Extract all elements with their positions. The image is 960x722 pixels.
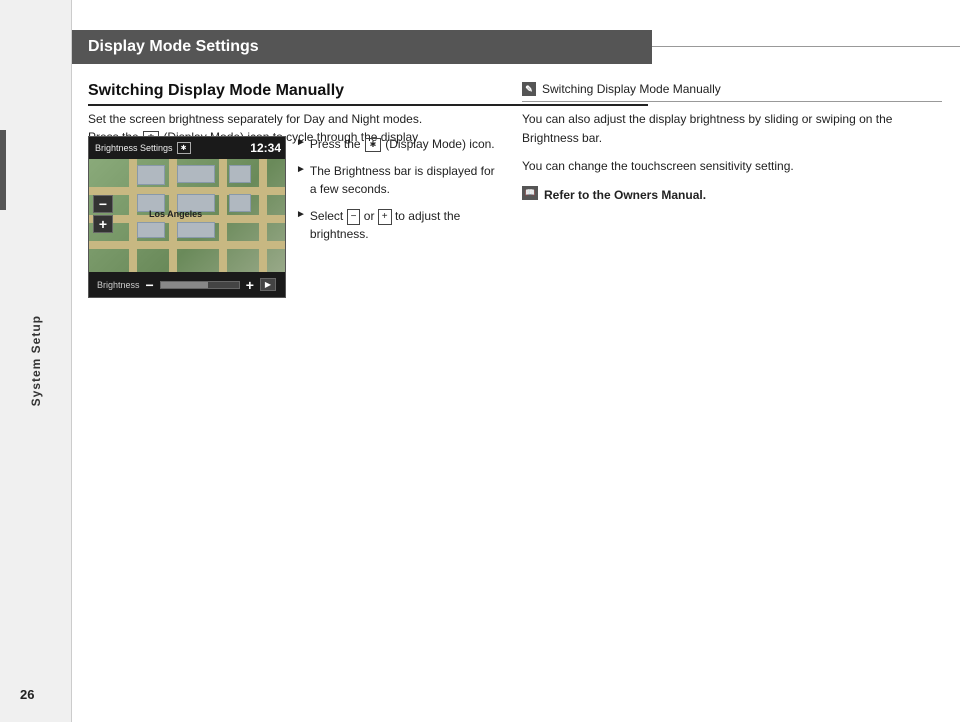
step-3-text: Select − or + to adjust the brightness. — [310, 208, 496, 243]
map-road-v1 — [129, 159, 137, 274]
screenshot-mode-icon: ✱ — [177, 142, 191, 154]
map-controls: − + — [93, 195, 113, 233]
map-building-5 — [229, 165, 251, 183]
step3-minus: − — [347, 209, 361, 226]
screenshot-mockup: Brightness Settings ✱ 12:34 — [88, 136, 286, 298]
map-building-7 — [137, 222, 165, 238]
map-road-v4 — [259, 159, 267, 274]
sidebar: System Setup — [0, 0, 72, 722]
header-line — [652, 46, 960, 47]
refer-icon: 📖 — [522, 186, 538, 200]
note-box: ✎ Switching Display Mode Manually You ca… — [522, 82, 942, 204]
step1-mode-icon: ✱ — [365, 138, 381, 152]
refer-text: Refer to the Owners Manual. — [544, 186, 706, 205]
header-title: Display Mode Settings — [88, 38, 259, 56]
screenshot-topbar: Brightness Settings ✱ 12:34 — [89, 137, 286, 159]
note-body: You can also adjust the display brightne… — [522, 110, 942, 204]
step-2-arrow: ► — [296, 164, 306, 175]
map-building-8 — [177, 222, 215, 238]
brightness-label: Brightness — [97, 280, 140, 290]
map-minus-btn: − — [93, 195, 113, 213]
map-building-2 — [177, 165, 215, 183]
header-bar: Display Mode Settings — [72, 30, 652, 64]
step-1: ► Press the ✱ (Display Mode) icon. — [296, 136, 496, 153]
brightness-arrow: ▶ — [260, 278, 276, 291]
note-icon: ✎ — [522, 82, 536, 96]
page-number: 26 — [20, 687, 34, 702]
brightness-bar — [160, 281, 240, 289]
screenshot-time: 12:34 — [250, 141, 281, 155]
refer-line: 📖 Refer to the Owners Manual. — [522, 186, 942, 205]
step-3-arrow: ► — [296, 209, 306, 220]
step-2: ► The Brightness bar is displayed for a … — [296, 163, 496, 198]
step3-plus: + — [378, 209, 392, 226]
map-area: − + Los Angeles — [89, 159, 286, 274]
step-1-arrow: ► — [296, 137, 306, 148]
map-city-label: Los Angeles — [149, 209, 202, 219]
sidebar-accent-bar — [0, 130, 6, 210]
refer-strong: Refer to the Owners Manual. — [544, 188, 706, 202]
steps-area: ► Press the ✱ (Display Mode) icon. ► The… — [296, 136, 496, 253]
sidebar-label: System Setup — [29, 315, 43, 406]
brightness-plus: + — [246, 277, 254, 293]
screenshot-brightness-title: Brightness Settings — [95, 143, 173, 153]
step-1-text: Press the ✱ (Display Mode) icon. — [310, 136, 495, 153]
note-header: ✎ Switching Display Mode Manually — [522, 82, 942, 102]
map-road-v3 — [219, 159, 227, 274]
map-building-1 — [137, 165, 165, 185]
note-header-title: Switching Display Mode Manually — [542, 82, 721, 96]
step-2-text: The Brightness bar is displayed for a fe… — [310, 163, 496, 198]
step-3: ► Select − or + to adjust the brightness… — [296, 208, 496, 243]
brightness-bar-fill — [161, 282, 208, 288]
note-body-1: You can also adjust the display brightne… — [522, 110, 942, 147]
map-plus-btn: + — [93, 215, 113, 233]
map-road-h3 — [89, 241, 286, 249]
note-body-2: You can change the touchscreen sensitivi… — [522, 157, 942, 176]
map-building-6 — [229, 194, 251, 212]
screenshot-topbar-left: Brightness Settings ✱ — [95, 142, 191, 154]
screenshot-bottombar: Brightness − + ▶ — [89, 272, 286, 297]
brightness-minus: − — [146, 277, 154, 293]
main-content: Display Mode Settings Switching Display … — [72, 0, 960, 722]
